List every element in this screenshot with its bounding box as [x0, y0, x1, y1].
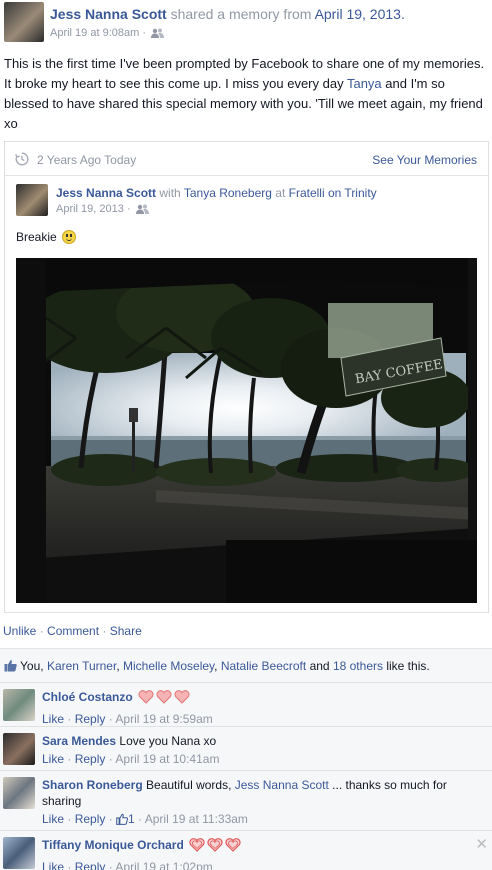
commenter-avatar[interactable]	[3, 837, 35, 869]
likes-text: You, Karen Turner, Michelle Moseley, Nat…	[20, 659, 430, 673]
memory-photo[interactable]: BAY COFFEE	[16, 258, 477, 603]
memory-ago-label: 2 Years Ago Today	[37, 153, 137, 167]
comment-reply-button[interactable]: Reply	[75, 712, 106, 726]
comment-like-count[interactable]: 1	[128, 812, 135, 826]
likes-comma: ,	[116, 659, 120, 673]
comment-item: Sharon Roneberg Beautiful words, Jess Na…	[0, 771, 492, 831]
liker-link[interactable]: Karen Turner	[47, 659, 116, 673]
action-separator: ·	[102, 624, 107, 638]
meta-separator: ·	[126, 203, 131, 215]
original-author-name[interactable]: Jess Nanna Scott	[56, 186, 156, 200]
post-header: Jess Nanna Scott shared a memory from Ap…	[4, 2, 490, 46]
comment-reply-button[interactable]: Reply	[75, 812, 106, 826]
with-person-link[interactable]: Tanya Roneberg	[184, 186, 272, 200]
likes-comma: ,	[40, 659, 44, 673]
commenter-name[interactable]: Tiffany Monique Orchard	[42, 838, 184, 852]
comment-reply-button[interactable]: Reply	[75, 752, 106, 766]
original-post-meta: April 19, 2013 ·	[56, 203, 149, 217]
likes-comma: ,	[214, 659, 218, 673]
close-icon[interactable]: ✕	[475, 835, 488, 853]
commenter-name[interactable]: Chloé Costanzo	[42, 690, 133, 704]
comment-body: Chloé Costanzo Like · Reply · April 19 a…	[42, 689, 462, 727]
mentioned-user-link[interactable]: Jess Nanna Scott	[235, 778, 329, 792]
commenter-avatar[interactable]	[3, 689, 35, 721]
comment-timestamp[interactable]: April 19 at 11:33am	[145, 812, 248, 826]
comment-text: Beautiful words,	[146, 778, 235, 792]
action-separator: ·	[39, 624, 44, 638]
comment-body: Sharon Roneberg Beautiful words, Jess Na…	[42, 777, 462, 829]
original-post-caption: Breakie	[16, 230, 77, 244]
comment-like-button[interactable]: Like	[42, 860, 64, 870]
post-timestamp[interactable]: April 19 at 9:08am	[50, 27, 139, 39]
comment-meta: Like · Reply · 1 · April 19 at 11:33am	[42, 811, 462, 829]
commenter-avatar[interactable]	[3, 733, 35, 765]
share-button[interactable]: Share	[110, 624, 142, 638]
author-name[interactable]: Jess Nanna Scott	[50, 6, 167, 22]
comment-item: Sara Mendes Love you Nana xo Like · Repl…	[0, 727, 492, 771]
comment-button[interactable]: Comment	[47, 624, 99, 638]
liker-link[interactable]: Natalie Beecroft	[221, 659, 306, 673]
original-post-header-line: Jess Nanna Scott with Tanya Roneberg at …	[56, 186, 377, 200]
comment-timestamp[interactable]: April 19 at 10:41am	[115, 752, 219, 766]
with-word: with	[159, 186, 181, 200]
place-link[interactable]: Fratelli on Trinity	[289, 186, 377, 200]
comment-like-button[interactable]: Like	[42, 712, 64, 726]
comment-like-button[interactable]: Like	[42, 752, 64, 766]
clock-icon	[15, 152, 29, 169]
original-post-header: Jess Nanna Scott with Tanya Roneberg at …	[16, 184, 476, 220]
likes-summary: You, Karen Turner, Michelle Moseley, Nat…	[0, 649, 492, 683]
commenter-name[interactable]: Sharon Roneberg	[42, 778, 143, 792]
comment-reply-button[interactable]: Reply	[75, 860, 106, 870]
comment-timestamp[interactable]: April 19 at 1:02pm	[115, 860, 212, 870]
likes-tail: like this.	[386, 659, 430, 673]
memory-date-link[interactable]: April 19, 2013.	[315, 6, 405, 22]
at-word: at	[275, 186, 286, 200]
memory-card: 2 Years Ago Today See Your Memories Jess…	[4, 141, 489, 613]
meta-separator: ·	[142, 27, 147, 39]
liker-link[interactable]: Michelle Moseley	[123, 659, 214, 673]
thumbs-up-icon	[116, 813, 129, 829]
likes-and: and	[309, 659, 330, 673]
post-meta: April 19 at 9:08am ·	[50, 27, 165, 41]
comment-text: Love you Nana xo	[119, 734, 217, 748]
post-header-line: Jess Nanna Scott shared a memory from Ap…	[50, 6, 405, 22]
commenter-name[interactable]: Sara Mendes	[42, 734, 116, 748]
author-avatar[interactable]	[4, 2, 44, 42]
original-author-avatar[interactable]	[16, 184, 48, 216]
friends-icon[interactable]	[135, 204, 149, 217]
comment-body: Sara Mendes Love you Nana xo Like · Repl…	[42, 733, 462, 767]
memory-card-header: 2 Years Ago Today See Your Memories	[5, 142, 488, 176]
post-text: This is the first time I've been prompte…	[4, 54, 488, 134]
heart-icon	[138, 689, 192, 709]
post-verb: shared a memory from	[170, 6, 312, 22]
comment-item: Tiffany Monique Orchard Like · Reply · A…	[0, 831, 492, 870]
smiley-emoji-icon	[62, 230, 77, 244]
see-memories-link[interactable]: See Your Memories	[372, 153, 477, 167]
comment-item: Chloé Costanzo Like · Reply · April 19 a…	[0, 683, 492, 727]
comment-meta: Like · Reply · April 19 at 1:02pm	[42, 859, 462, 870]
comment-body: Tiffany Monique Orchard Like · Reply · A…	[42, 837, 462, 870]
tagged-friend-link[interactable]: Tanya	[347, 76, 382, 91]
likes-others-link[interactable]: 18 others	[333, 659, 383, 673]
comment-meta: Like · Reply · April 19 at 10:41am	[42, 752, 220, 766]
comment-meta: Like · Reply · April 19 at 9:59am	[42, 712, 213, 726]
friends-icon[interactable]	[151, 28, 165, 41]
feedback-section: You, Karen Turner, Michelle Moseley, Nat…	[0, 648, 492, 870]
post-actions: Unlike · Comment · Share	[3, 624, 142, 638]
comment-like-button[interactable]: Like	[42, 812, 64, 826]
comment-timestamp[interactable]: April 19 at 9:59am	[115, 712, 212, 726]
unlike-button[interactable]: Unlike	[3, 624, 36, 638]
thumbs-up-icon	[4, 659, 17, 675]
likes-you: You	[20, 659, 41, 673]
heart-icon	[189, 837, 243, 857]
caption-text: Breakie	[16, 230, 57, 244]
original-post-date[interactable]: April 19, 2013	[56, 203, 124, 215]
commenter-avatar[interactable]	[3, 777, 35, 809]
